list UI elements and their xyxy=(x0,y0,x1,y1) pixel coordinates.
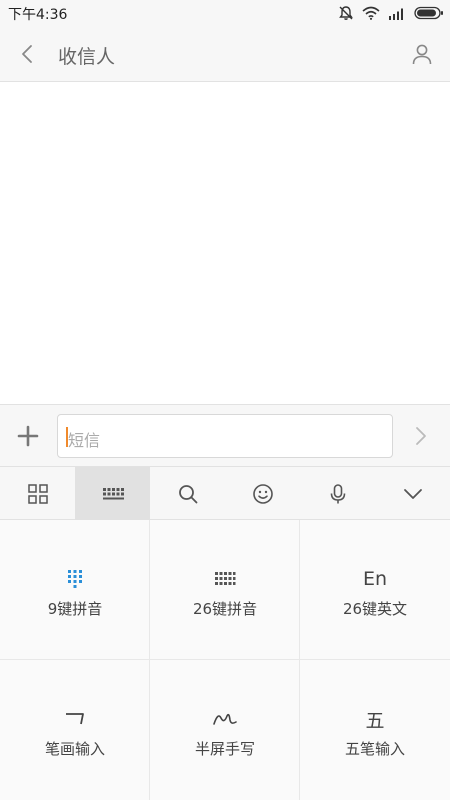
input-method-grid: 9键拼音 26键拼音 En 26键英文 笔画输入 半屏手写 五 五笔输入 xyxy=(0,520,450,800)
back-arrow-icon[interactable] xyxy=(16,42,40,66)
wubi-glyph-icon: 五 xyxy=(365,709,385,732)
search-icon xyxy=(178,484,197,503)
keyboard-icon xyxy=(102,487,124,499)
full-keyboard-dots-icon xyxy=(215,572,236,585)
input-method-label: 9键拼音 xyxy=(47,600,103,618)
sms-input[interactable]: 短信 xyxy=(57,414,393,458)
toolbar-emoji-button[interactable] xyxy=(225,467,300,520)
toolbar-apps-button[interactable] xyxy=(0,467,75,520)
recipient-header: 收信人 xyxy=(0,26,450,82)
input-method-handwriting[interactable]: 半屏手写 xyxy=(150,660,300,800)
handwriting-squiggle-icon xyxy=(213,713,237,725)
input-method-wubi[interactable]: 五 五笔输入 xyxy=(300,660,450,800)
plus-icon[interactable] xyxy=(16,424,40,448)
input-method-label: 五笔输入 xyxy=(344,740,405,758)
battery-icon xyxy=(414,6,443,20)
input-method-label: 半屏手写 xyxy=(194,740,255,758)
stroke-glyph-icon xyxy=(66,713,84,725)
toolbar-collapse-button[interactable] xyxy=(375,467,450,520)
keyboard-toolbar xyxy=(0,466,450,520)
message-composer: 短信 xyxy=(0,404,450,466)
chevron-down-icon xyxy=(403,488,422,499)
mute-bell-icon xyxy=(339,6,353,20)
page-title: 收信人 xyxy=(58,46,116,68)
input-method-26key-pinyin[interactable]: 26键拼音 xyxy=(150,520,300,660)
emoji-smile-icon xyxy=(252,483,273,504)
wifi-icon xyxy=(362,6,380,20)
input-method-label: 笔画输入 xyxy=(44,740,105,758)
nine-key-dots-icon xyxy=(68,570,82,588)
input-method-label: 26键拼音 xyxy=(192,600,258,618)
status-bar: 下午4:36 xyxy=(0,0,450,26)
toolbar-search-button[interactable] xyxy=(150,467,225,520)
english-glyph-icon: En xyxy=(362,568,388,590)
sms-placeholder: 短信 xyxy=(68,431,101,450)
status-icons xyxy=(338,4,444,22)
contact-person-icon[interactable] xyxy=(410,42,434,66)
input-method-9key-pinyin[interactable]: 9键拼音 xyxy=(0,520,150,660)
toolbar-keyboard-button[interactable] xyxy=(75,467,150,520)
signal-icon xyxy=(389,8,403,20)
status-time: 下午4:36 xyxy=(8,7,68,23)
input-method-26key-english[interactable]: En 26键英文 xyxy=(300,520,450,660)
send-chevron-icon[interactable] xyxy=(408,424,432,448)
microphone-icon xyxy=(330,483,345,503)
grid-apps-icon xyxy=(27,483,48,504)
message-area xyxy=(0,82,450,404)
toolbar-voice-button[interactable] xyxy=(300,467,375,520)
input-method-stroke[interactable]: 笔画输入 xyxy=(0,660,150,800)
input-method-label: 26键英文 xyxy=(342,600,408,618)
